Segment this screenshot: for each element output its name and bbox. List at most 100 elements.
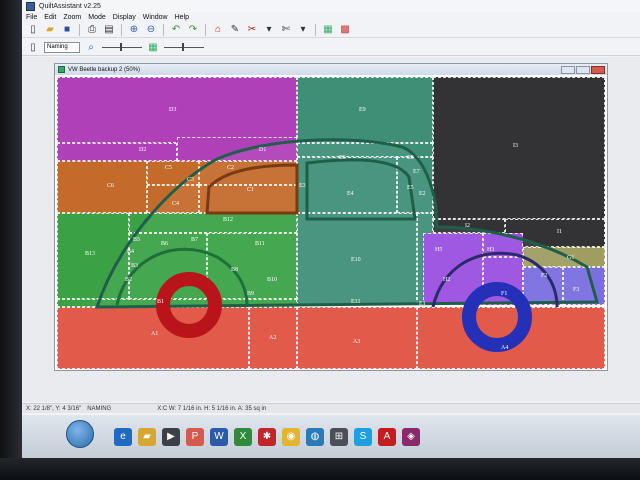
word-icon[interactable]: W [210, 427, 228, 446]
magnifier-icon[interactable]: ⌕ [84, 41, 98, 54]
chrome-icon[interactable]: ◉ [282, 427, 300, 446]
ie-icon[interactable]: e [114, 427, 132, 446]
label-E11: E11 [351, 299, 361, 305]
label-C6: C6 [107, 183, 115, 189]
label-A4: A4 [501, 345, 509, 351]
label-B4: B4 [127, 249, 135, 255]
monitor-bezel-left [0, 0, 22, 480]
window-icon [58, 66, 65, 73]
start-button[interactable] [66, 420, 94, 448]
label-E1: E1 [419, 301, 426, 307]
folder-icon[interactable]: ▰ [138, 427, 156, 446]
dropdown-icon[interactable]: ▾ [262, 23, 276, 36]
label-B8: B8 [231, 267, 239, 273]
dropdown-icon[interactable]: ▾ [296, 23, 310, 36]
redo-icon[interactable]: ↷ [186, 23, 200, 36]
zoom-in-icon[interactable]: ⊕ [127, 23, 141, 36]
label-E6: E6 [339, 155, 346, 161]
label-C4: C4 [172, 201, 180, 207]
design-window-titlebar[interactable]: VW Beetle backup 2 (50%) [55, 64, 607, 75]
design-window: VW Beetle backup 2 (50%) D3 E9 I3 D2 D1 … [54, 63, 608, 371]
label-C1: C1 [247, 187, 255, 193]
label-B11: B11 [255, 241, 265, 247]
spider-icon[interactable]: ✱ [258, 427, 276, 446]
menubar: File Edit Zoom Mode Display Window Help [22, 12, 640, 22]
skype-icon[interactable]: S [354, 427, 372, 446]
zoom-slider[interactable] [102, 42, 142, 52]
label-E4: E4 [347, 191, 354, 197]
minimize-button[interactable] [561, 65, 575, 74]
page-icon[interactable]: ▯ [26, 41, 40, 54]
undo-icon[interactable]: ↶ [169, 23, 183, 36]
label-B6: B6 [161, 241, 169, 247]
paint-icon[interactable]: P [186, 427, 204, 446]
label-D3: D3 [169, 107, 177, 113]
tools-icon[interactable]: ✎ [228, 23, 242, 36]
menu-help[interactable]: Help [175, 14, 189, 21]
print-icon[interactable]: ⎙ [85, 23, 99, 36]
quiltassistant-icon[interactable]: ◈ [402, 427, 420, 446]
label-E3: E3 [299, 183, 306, 189]
gamepad-icon[interactable]: ⊞ [330, 427, 348, 446]
label-E10: E10 [351, 257, 361, 263]
house-icon[interactable]: ⌂ [211, 23, 225, 36]
close-button[interactable] [591, 65, 605, 74]
windows-taskbar: e ▰ ▶ P W X ✱ ◉ ◍ ⊞ S A ◈ [22, 415, 640, 458]
label-E9: E9 [359, 107, 366, 113]
label-B7: B7 [191, 237, 199, 243]
app-title: QuiltAssistant v2.25 [39, 2, 101, 10]
toolbar-separator [315, 23, 316, 36]
mode-select[interactable]: Naming [44, 41, 80, 53]
main-toolbar: ▯ ▰ ■ ⎙ ▤ ⊕ ⊖ ↶ ↷ ⌂ ✎ ✂ ▾ ✄ ▾ ▦ ▩ [22, 22, 640, 38]
label-H5: H5 [435, 247, 443, 253]
label-E5: E5 [407, 185, 414, 191]
opacity-slider[interactable] [164, 42, 204, 52]
label-A1: A1 [151, 331, 159, 337]
pdf-icon[interactable]: A [378, 427, 396, 446]
label-H3: H3 [487, 247, 495, 253]
label-E7: E7 [413, 169, 420, 175]
label-I3: I3 [513, 143, 518, 149]
label-B12: B12 [223, 217, 234, 223]
palette-icon[interactable]: ▩ [338, 23, 352, 36]
media-player-icon[interactable]: ▶ [162, 427, 180, 446]
toolbar-separator [205, 23, 206, 36]
label-B13: B13 [85, 251, 96, 257]
menu-file[interactable]: File [26, 14, 37, 21]
menu-mode[interactable]: Mode [88, 14, 106, 21]
label-C5: C5 [165, 165, 173, 171]
maximize-button[interactable] [576, 65, 590, 74]
toolbar-separator [163, 23, 164, 36]
status-mode: NAMING [87, 405, 112, 412]
save-icon[interactable]: ■ [60, 23, 74, 36]
status-info: X:C W: 7 1/16 in. H: 5 1/16 in. A: 35 sq… [157, 405, 267, 412]
quilt-canvas[interactable]: D3 E9 I3 D2 D1 E6 E8 E7 C5 C2 C6 C3 C1 C… [57, 77, 605, 369]
globe-icon[interactable]: ◍ [306, 427, 324, 446]
menu-edit[interactable]: Edit [44, 14, 56, 21]
label-F3: F3 [573, 287, 580, 293]
label-F1: F1 [501, 291, 508, 297]
toolbar-separator [79, 23, 80, 36]
label-I2: I2 [465, 223, 470, 229]
statusbar: X: 22 1/8", Y: 4 3/16" NAMING X:C W: 7 1… [22, 403, 640, 413]
menu-window[interactable]: Window [143, 14, 168, 21]
menu-display[interactable]: Display [113, 14, 136, 21]
label-C2: C2 [227, 165, 235, 171]
menu-zoom[interactable]: Zoom [63, 14, 81, 21]
cut-icon[interactable]: ✂ [245, 23, 259, 36]
label-B3: B3 [131, 263, 139, 269]
label-I1: I1 [557, 229, 562, 235]
zoom-out-icon[interactable]: ⊖ [144, 23, 158, 36]
open-folder-icon[interactable]: ▰ [43, 23, 57, 36]
print-preview-icon[interactable]: ▤ [102, 23, 116, 36]
scissors-icon[interactable]: ✄ [279, 23, 293, 36]
label-B10: B10 [267, 277, 278, 283]
grid-colors-icon[interactable]: ▦ [146, 41, 160, 54]
label-G1: G1 [567, 255, 575, 261]
label-E8: E8 [407, 155, 414, 161]
layout-icon[interactable]: ▦ [321, 23, 335, 36]
excel-icon[interactable]: X [234, 427, 252, 446]
label-C3: C3 [187, 177, 195, 183]
new-file-icon[interactable]: ▯ [26, 23, 40, 36]
label-D2: D2 [139, 147, 147, 153]
